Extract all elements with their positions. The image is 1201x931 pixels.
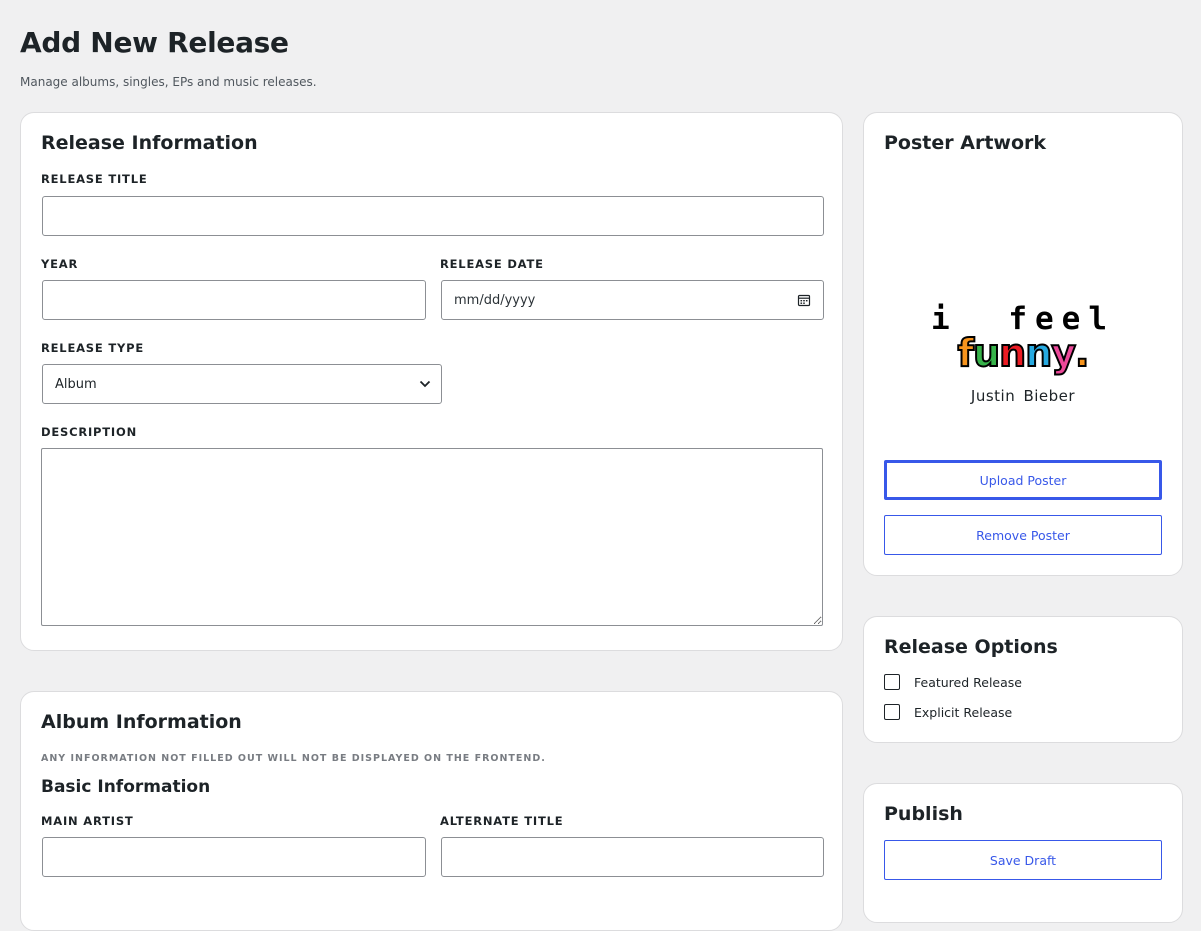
poster-image: i feel funny. Justin Bieber [884,173,1162,505]
explicit-release-option[interactable]: Explicit Release [884,704,1012,720]
poster-art-line2: funny. [957,331,1091,375]
main-artist-input[interactable] [42,837,426,877]
year-input[interactable] [42,280,426,320]
release-options-title: Release Options [884,636,1058,658]
poster-artwork-card: Poster Artwork i feel funny. Justin Bieb… [863,112,1183,576]
release-type-label: RELEASE TYPE [41,341,144,355]
description-label: DESCRIPTION [41,425,138,439]
release-date-label: RELEASE DATE [440,257,544,271]
poster-art-letter: n [1024,331,1053,375]
featured-release-label: Featured Release [914,674,1022,690]
save-draft-button[interactable]: Save Draft [884,840,1162,880]
poster-art-letter: y [1050,331,1077,375]
release-information-title: Release Information [41,132,258,154]
description-textarea[interactable] [41,448,823,626]
alternate-title-input[interactable] [441,837,824,877]
poster-art-letter: n [998,331,1027,375]
album-information-helper: ANY INFORMATION NOT FILLED OUT WILL NOT … [41,753,546,764]
publish-card: Publish Save Draft [863,783,1183,923]
explicit-release-label: Explicit Release [914,704,1013,720]
release-options-card: Release Options Featured Release Explici… [863,616,1183,743]
release-title-input[interactable] [42,196,824,236]
page-title: Add New Release [20,26,289,59]
release-title-label: RELEASE TITLE [41,172,148,186]
poster-art-letter: u [972,331,1001,375]
poster-art-artist: Justin Bieber [970,387,1076,405]
basic-information-title: Basic Information [41,777,211,797]
main-artist-label: MAIN ARTIST [41,814,134,828]
featured-release-option[interactable]: Featured Release [884,674,1022,690]
album-information-card: Album Information ANY INFORMATION NOT FI… [20,691,843,931]
page-subtitle: Manage albums, singles, EPs and music re… [20,75,317,89]
release-date-input[interactable]: mm/dd/yyyy [441,280,824,320]
poster-artwork-title: Poster Artwork [884,132,1047,154]
release-date-placeholder: mm/dd/yyyy [454,292,536,308]
upload-poster-button[interactable]: Upload Poster [884,460,1162,500]
release-type-select[interactable]: Album [42,364,442,404]
featured-release-checkbox[interactable] [884,674,900,690]
alternate-title-label: ALTERNATE TITLE [440,814,564,828]
year-label: YEAR [41,257,79,271]
release-type-value: Album [55,376,97,392]
remove-poster-button[interactable]: Remove Poster [884,515,1162,555]
publish-title: Publish [884,803,963,825]
release-information-card: Release Information RELEASE TITLE YEAR R… [20,112,843,651]
explicit-release-checkbox[interactable] [884,704,900,720]
calendar-icon[interactable] [797,293,811,307]
album-information-title: Album Information [41,711,242,733]
chevron-down-icon [419,380,431,388]
poster-art-letter: f [957,331,975,375]
poster-art-letter: . [1074,331,1091,375]
